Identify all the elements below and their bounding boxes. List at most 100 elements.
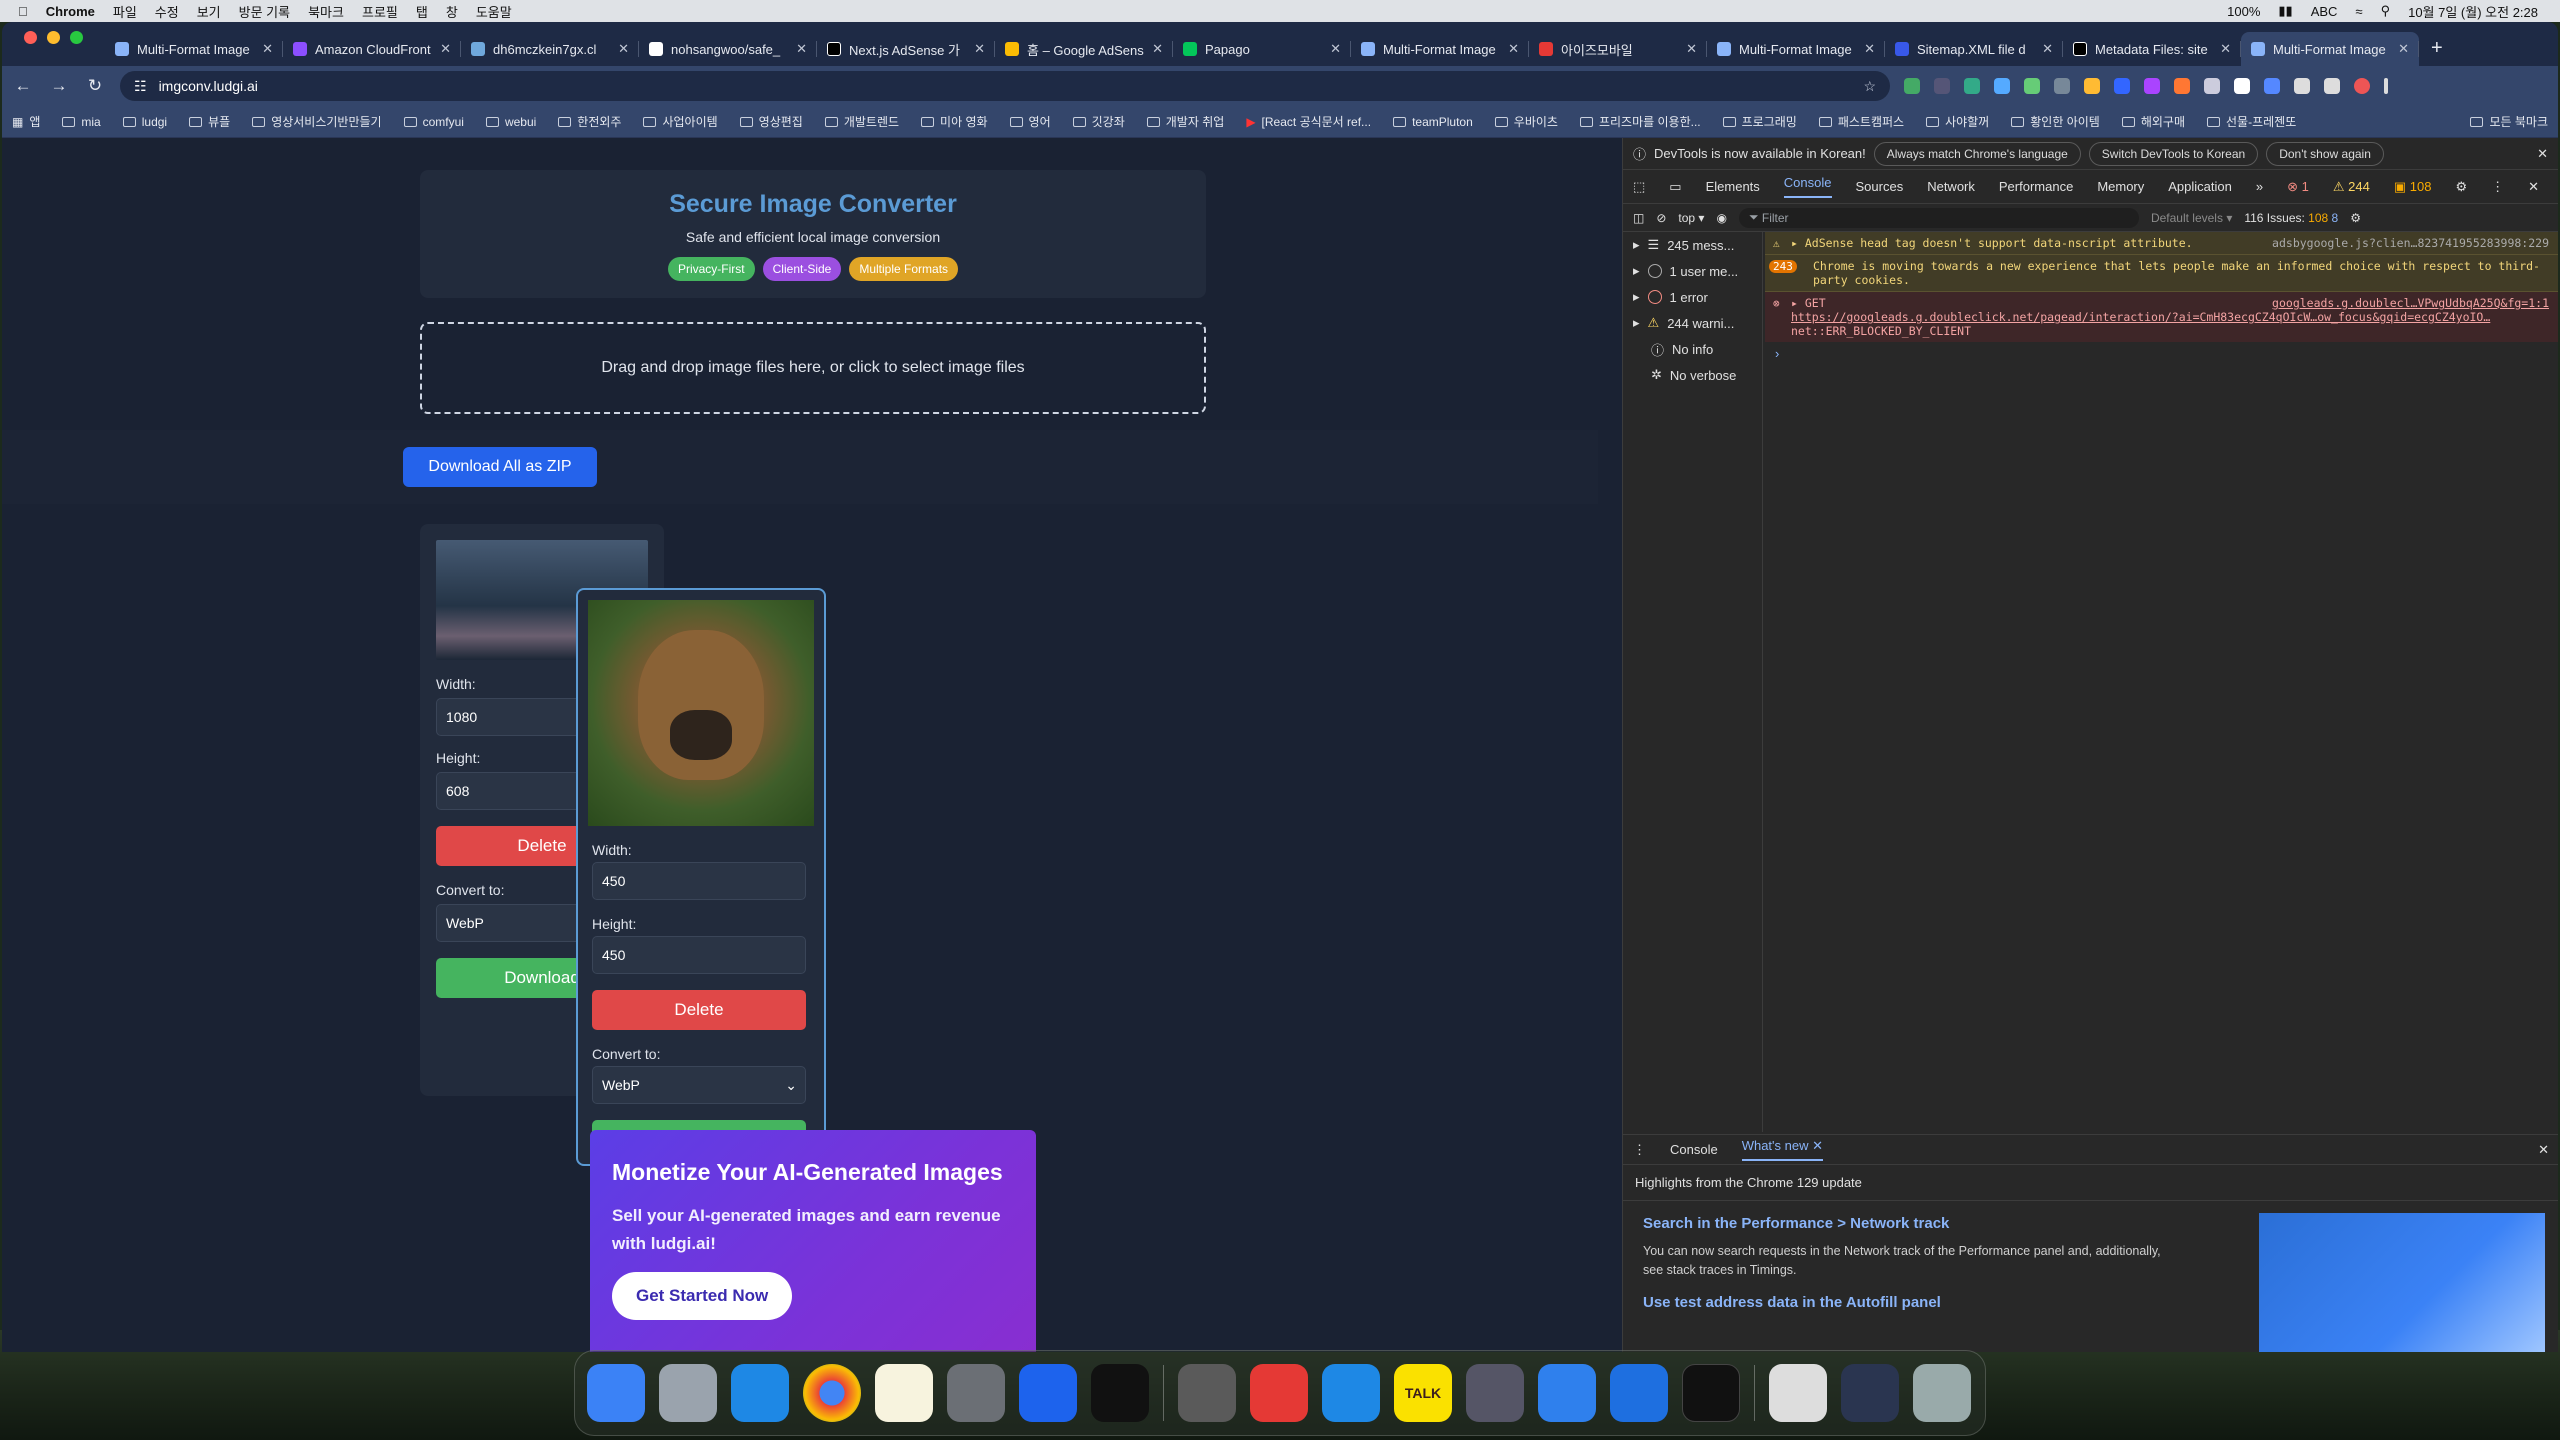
- sidebar-user-messages[interactable]: ▸ 1 user me...: [1623, 258, 1762, 284]
- extension-icon[interactable]: [2174, 78, 2190, 94]
- all-bookmarks[interactable]: 모든 북마크: [2470, 113, 2548, 130]
- drawer-menu-icon[interactable]: ⋮: [1633, 1142, 1646, 1158]
- tab-1[interactable]: Amazon CloudFront ✕: [283, 32, 461, 66]
- bookmark-folder[interactable]: mia: [62, 115, 101, 129]
- settings-gear-icon[interactable]: ⚙: [2455, 179, 2467, 195]
- new-tab-icon[interactable]: +: [2419, 37, 2455, 66]
- tab-elements[interactable]: Elements: [1706, 179, 1760, 194]
- get-started-button[interactable]: Get Started Now: [612, 1272, 793, 1320]
- bookmark-folder[interactable]: 사야할꺼: [1926, 113, 1989, 130]
- console-error-1[interactable]: ⊗ ▸ GET googleads.g.doublecl…VPwgUdbqA25Q&…: [1765, 292, 2558, 342]
- menubar-app-name[interactable]: Chrome: [46, 4, 95, 19]
- menu-view[interactable]: 보기: [197, 2, 221, 21]
- apple-icon[interactable]: : [18, 4, 28, 19]
- extension-icon[interactable]: [2084, 78, 2100, 94]
- menu-window[interactable]: 창: [446, 2, 458, 21]
- console-prompt[interactable]: ›: [1765, 342, 2558, 365]
- close-tab-icon[interactable]: ✕: [1152, 41, 1163, 57]
- bookmark-folder[interactable]: 개발트렌드: [824, 113, 899, 130]
- finder-icon[interactable]: [587, 1364, 645, 1422]
- close-tab-icon[interactable]: ✕: [974, 41, 985, 57]
- drawer-tab-console[interactable]: Console: [1670, 1142, 1718, 1157]
- bookmark-folder[interactable]: 개발자 취업: [1146, 113, 1224, 130]
- sidebar-warnings[interactable]: ▸ ⚠ 244 warni...: [1623, 310, 1762, 336]
- forward-icon[interactable]: →: [48, 76, 70, 96]
- menu-file[interactable]: 파일: [113, 2, 137, 21]
- zoom-window-icon[interactable]: [70, 30, 83, 44]
- dont-show-button[interactable]: Don't show again: [2266, 141, 2384, 166]
- console-settings-icon[interactable]: ⚙: [2350, 211, 2361, 225]
- bookmark-folder[interactable]: 영상편집: [739, 113, 803, 130]
- bookmark-apps[interactable]: ▦ 앱: [12, 113, 40, 130]
- close-tab-icon[interactable]: ✕: [2398, 41, 2409, 57]
- spotlight-icon[interactable]: ⚲: [2381, 3, 2391, 19]
- tab-2[interactable]: dh6mczkein7gx.cl ✕: [461, 32, 639, 66]
- tab-8[interactable]: 아이즈모바일 ✕: [1529, 32, 1707, 66]
- tab-7[interactable]: Multi-Format Image ✕: [1351, 32, 1529, 66]
- warning-count[interactable]: ⚠ 244: [2333, 179, 2370, 195]
- more-tabs-icon[interactable]: »: [2256, 179, 2263, 194]
- extension-icon[interactable]: [1964, 78, 1980, 94]
- close-tab-icon[interactable]: ✕: [1686, 41, 1697, 57]
- battery-icon[interactable]: ▮▮: [2278, 3, 2292, 19]
- inspect-icon[interactable]: ⬚: [1633, 179, 1645, 195]
- bookmark-folder[interactable]: 프리즈마를 이용한...: [1579, 113, 1701, 130]
- close-tab-icon[interactable]: ✕: [2042, 41, 2053, 57]
- request-url-link[interactable]: https://googleads.g.doubleclick.net/page…: [1791, 310, 2490, 324]
- menubar-clock[interactable]: 10월 7일 (월) 오전 2:28: [2408, 2, 2538, 21]
- chrome-menu-icon[interactable]: [2384, 78, 2388, 94]
- docker-icon[interactable]: [1019, 1364, 1077, 1422]
- close-icon[interactable]: ✕: [2537, 146, 2548, 162]
- tab-memory[interactable]: Memory: [2097, 179, 2144, 194]
- download-icon[interactable]: [2324, 78, 2340, 94]
- back-icon[interactable]: ←: [12, 76, 34, 96]
- menu-bookmarks[interactable]: 북마크: [308, 2, 344, 21]
- app-icon[interactable]: [1178, 1364, 1236, 1422]
- safari-icon[interactable]: [731, 1364, 789, 1422]
- bookmark-folder[interactable]: 영상서비스기반만들기: [252, 113, 382, 130]
- issues-summary[interactable]: 116 Issues: 108 8: [2244, 211, 2338, 225]
- tab-11[interactable]: Metadata Files: site ✕: [2063, 32, 2241, 66]
- sidebar-messages[interactable]: ▸ ☰ 245 mess...: [1623, 232, 1762, 258]
- console-warning-1[interactable]: ⚠ ▸ AdSense head tag doesn't support data…: [1765, 232, 2558, 255]
- info-count[interactable]: ▣ 108: [2394, 179, 2432, 195]
- bookmark-folder[interactable]: 우바이츠: [1494, 113, 1558, 130]
- bookmark-folder[interactable]: comfyui: [403, 115, 464, 129]
- extension-icon[interactable]: [2114, 78, 2130, 94]
- context-select[interactable]: top ▾: [1678, 211, 1704, 225]
- height-input[interactable]: 450: [592, 936, 806, 974]
- bookmark-folder[interactable]: 패스트캠퍼스: [1818, 113, 1904, 130]
- close-tab-icon[interactable]: ✕: [1864, 41, 1875, 57]
- extensions-puzzle-icon[interactable]: [2294, 78, 2310, 94]
- clear-console-icon[interactable]: ⊘: [1656, 211, 1666, 225]
- close-tab-icon[interactable]: ✕: [2220, 41, 2231, 57]
- site-info-icon[interactable]: ☷: [134, 78, 147, 95]
- bookmark-folder[interactable]: 뷰플: [189, 113, 230, 130]
- error-count[interactable]: ⊗ 1: [2287, 179, 2309, 195]
- extension-icon[interactable]: [2264, 78, 2280, 94]
- bookmark-folder[interactable]: 해외구매: [2121, 113, 2185, 130]
- tab-console[interactable]: Console: [1783, 175, 1832, 198]
- extension-icon[interactable]: [1994, 78, 2010, 94]
- menu-help[interactable]: 도움말: [476, 2, 512, 21]
- xcode-icon[interactable]: [1322, 1364, 1380, 1422]
- menu-tab[interactable]: 탭: [416, 2, 428, 21]
- format-select[interactable]: WebP ⌄: [592, 1066, 806, 1104]
- tab-10[interactable]: Sitemap.XML file d ✕: [1885, 32, 2063, 66]
- profile-avatar[interactable]: [2354, 78, 2370, 94]
- sidebar-info[interactable]: ⓘ No info: [1623, 336, 1762, 362]
- bookmark-folder[interactable]: teamPluton: [1393, 115, 1473, 129]
- menu-history[interactable]: 방문 기록: [239, 2, 290, 21]
- extension-icon[interactable]: [1904, 78, 1920, 94]
- delete-button[interactable]: Delete: [592, 990, 806, 1030]
- close-window-icon[interactable]: [24, 30, 37, 44]
- wifi-icon[interactable]: ≈: [2355, 4, 2362, 19]
- preview-icon[interactable]: [1466, 1364, 1524, 1422]
- drawer-tab-whats-new[interactable]: What's new ✕: [1741, 1138, 1824, 1161]
- chrome-icon[interactable]: [803, 1364, 861, 1422]
- address-bar[interactable]: ☷ imgconv.ludgi.ai ☆: [120, 71, 1890, 101]
- extension-icon[interactable]: [2144, 78, 2160, 94]
- terminal-icon[interactable]: [1682, 1364, 1740, 1422]
- reload-icon[interactable]: ↻: [84, 76, 106, 96]
- tab-network[interactable]: Network: [1927, 179, 1975, 194]
